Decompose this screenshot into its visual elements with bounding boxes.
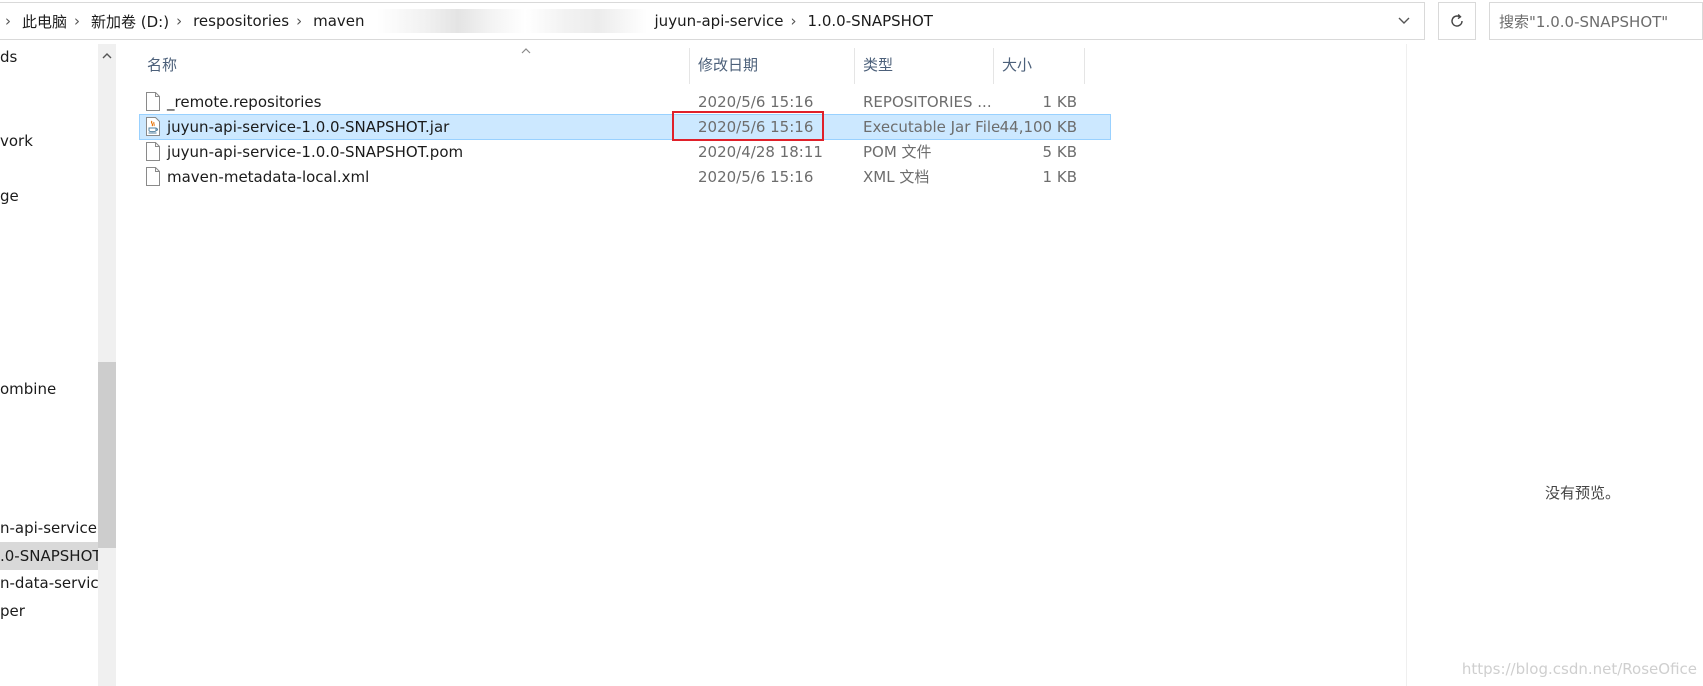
nav-item-juyun-api-service[interactable]: n-api-service (0, 519, 97, 537)
file-type: XML 文档 (863, 168, 930, 186)
generic-file-icon (146, 92, 160, 111)
breadcrumb-snapshot[interactable]: 1.0.0-SNAPSHOT (806, 12, 935, 30)
file-name: maven-metadata-local.xml (167, 168, 370, 186)
breadcrumb-maven[interactable]: maven (311, 12, 366, 30)
column-header-size[interactable]: 大小 (994, 44, 1084, 84)
nav-item-downloads[interactable]: ds (0, 48, 17, 66)
file-name: juyun-api-service-1.0.0-SNAPSHOT.jar (167, 118, 450, 136)
chevron-right-icon[interactable]: › (0, 13, 20, 29)
file-size: 1 KB (1042, 93, 1077, 111)
file-type: Executable Jar File (863, 118, 1001, 136)
nav-item-snapshot[interactable]: .0-SNAPSHOT (0, 542, 98, 570)
column-header-type[interactable]: 类型 (855, 44, 993, 84)
navigation-pane: ds vork ge ombine n-api-service .0-SNAPS… (0, 44, 98, 686)
annotation-highlight-box (672, 111, 824, 141)
column-header-modified[interactable]: 修改日期 (690, 44, 854, 84)
breadcrumb-respositories[interactable]: respositories (191, 12, 291, 30)
watermark: https://blog.csdn.net/RoseOfice (1461, 660, 1697, 678)
breadcrumb-juyun-api-service[interactable]: juyun-api-service (653, 12, 786, 30)
nav-item-juyun-data-service[interactable]: n-data-service (0, 574, 98, 592)
breadcrumb-drive-d[interactable]: 新加卷 (D:) (89, 11, 171, 32)
file-size: 1 KB (1042, 168, 1077, 186)
file-explorer-window: › 此电脑 › 新加卷 (D:) › respositories › maven… (0, 0, 1703, 686)
nav-item-per[interactable]: per (0, 602, 25, 620)
file-size: 44,100 KB (999, 118, 1077, 136)
scrollbar-thumb[interactable] (98, 362, 116, 548)
scroll-up-icon[interactable] (98, 48, 116, 62)
file-row[interactable]: juyun-api-service-1.0.0-SNAPSHOT.pom 202… (139, 139, 1111, 165)
file-row-selected[interactable]: juyun-api-service-1.0.0-SNAPSHOT.jar 202… (139, 114, 1111, 140)
redacted-path-segment (376, 9, 647, 33)
file-type: POM 文件 (863, 143, 932, 161)
column-separator[interactable] (1084, 48, 1085, 84)
chevron-down-icon[interactable] (1384, 3, 1424, 39)
chevron-right-icon[interactable]: › (69, 13, 89, 29)
file-row[interactable]: _remote.repositories 2020/5/6 15:16 REPO… (139, 89, 1111, 115)
refresh-button[interactable] (1438, 2, 1476, 40)
file-row[interactable]: maven-metadata-local.xml 2020/5/6 15:16 … (139, 164, 1111, 190)
nav-item-storage[interactable]: ge (0, 187, 19, 205)
file-type: REPOSITORIES ... (863, 93, 992, 111)
chevron-right-icon[interactable]: › (171, 13, 191, 29)
column-header-name[interactable]: 名称 (139, 44, 689, 84)
file-size: 5 KB (1042, 143, 1077, 161)
search-input[interactable]: 搜索"1.0.0-SNAPSHOT" (1489, 2, 1703, 40)
breadcrumb: › 此电脑 › 新加卷 (D:) › respositories › maven… (0, 3, 1384, 39)
breadcrumb-this-pc[interactable]: 此电脑 (20, 11, 69, 32)
file-modified: 2020/5/6 15:16 (698, 168, 814, 186)
chevron-right-icon[interactable]: › (291, 13, 311, 29)
address-bar[interactable]: › 此电脑 › 新加卷 (D:) › respositories › maven… (0, 2, 1425, 40)
navigation-scrollbar[interactable] (98, 44, 116, 686)
chevron-right-icon[interactable]: › (786, 13, 806, 29)
preview-empty-text: 没有预览。 (1545, 484, 1621, 502)
preview-pane-divider[interactable] (1406, 44, 1407, 686)
nav-item-combine[interactable]: ombine (0, 380, 56, 398)
file-name: _remote.repositories (167, 93, 322, 111)
generic-file-icon (146, 142, 160, 161)
generic-file-icon (146, 167, 160, 186)
java-jar-icon (146, 117, 160, 136)
file-name: juyun-api-service-1.0.0-SNAPSHOT.pom (167, 143, 464, 161)
refresh-icon (1451, 14, 1463, 27)
nav-item-network[interactable]: vork (0, 132, 33, 150)
file-modified: 2020/4/28 18:11 (698, 143, 823, 161)
